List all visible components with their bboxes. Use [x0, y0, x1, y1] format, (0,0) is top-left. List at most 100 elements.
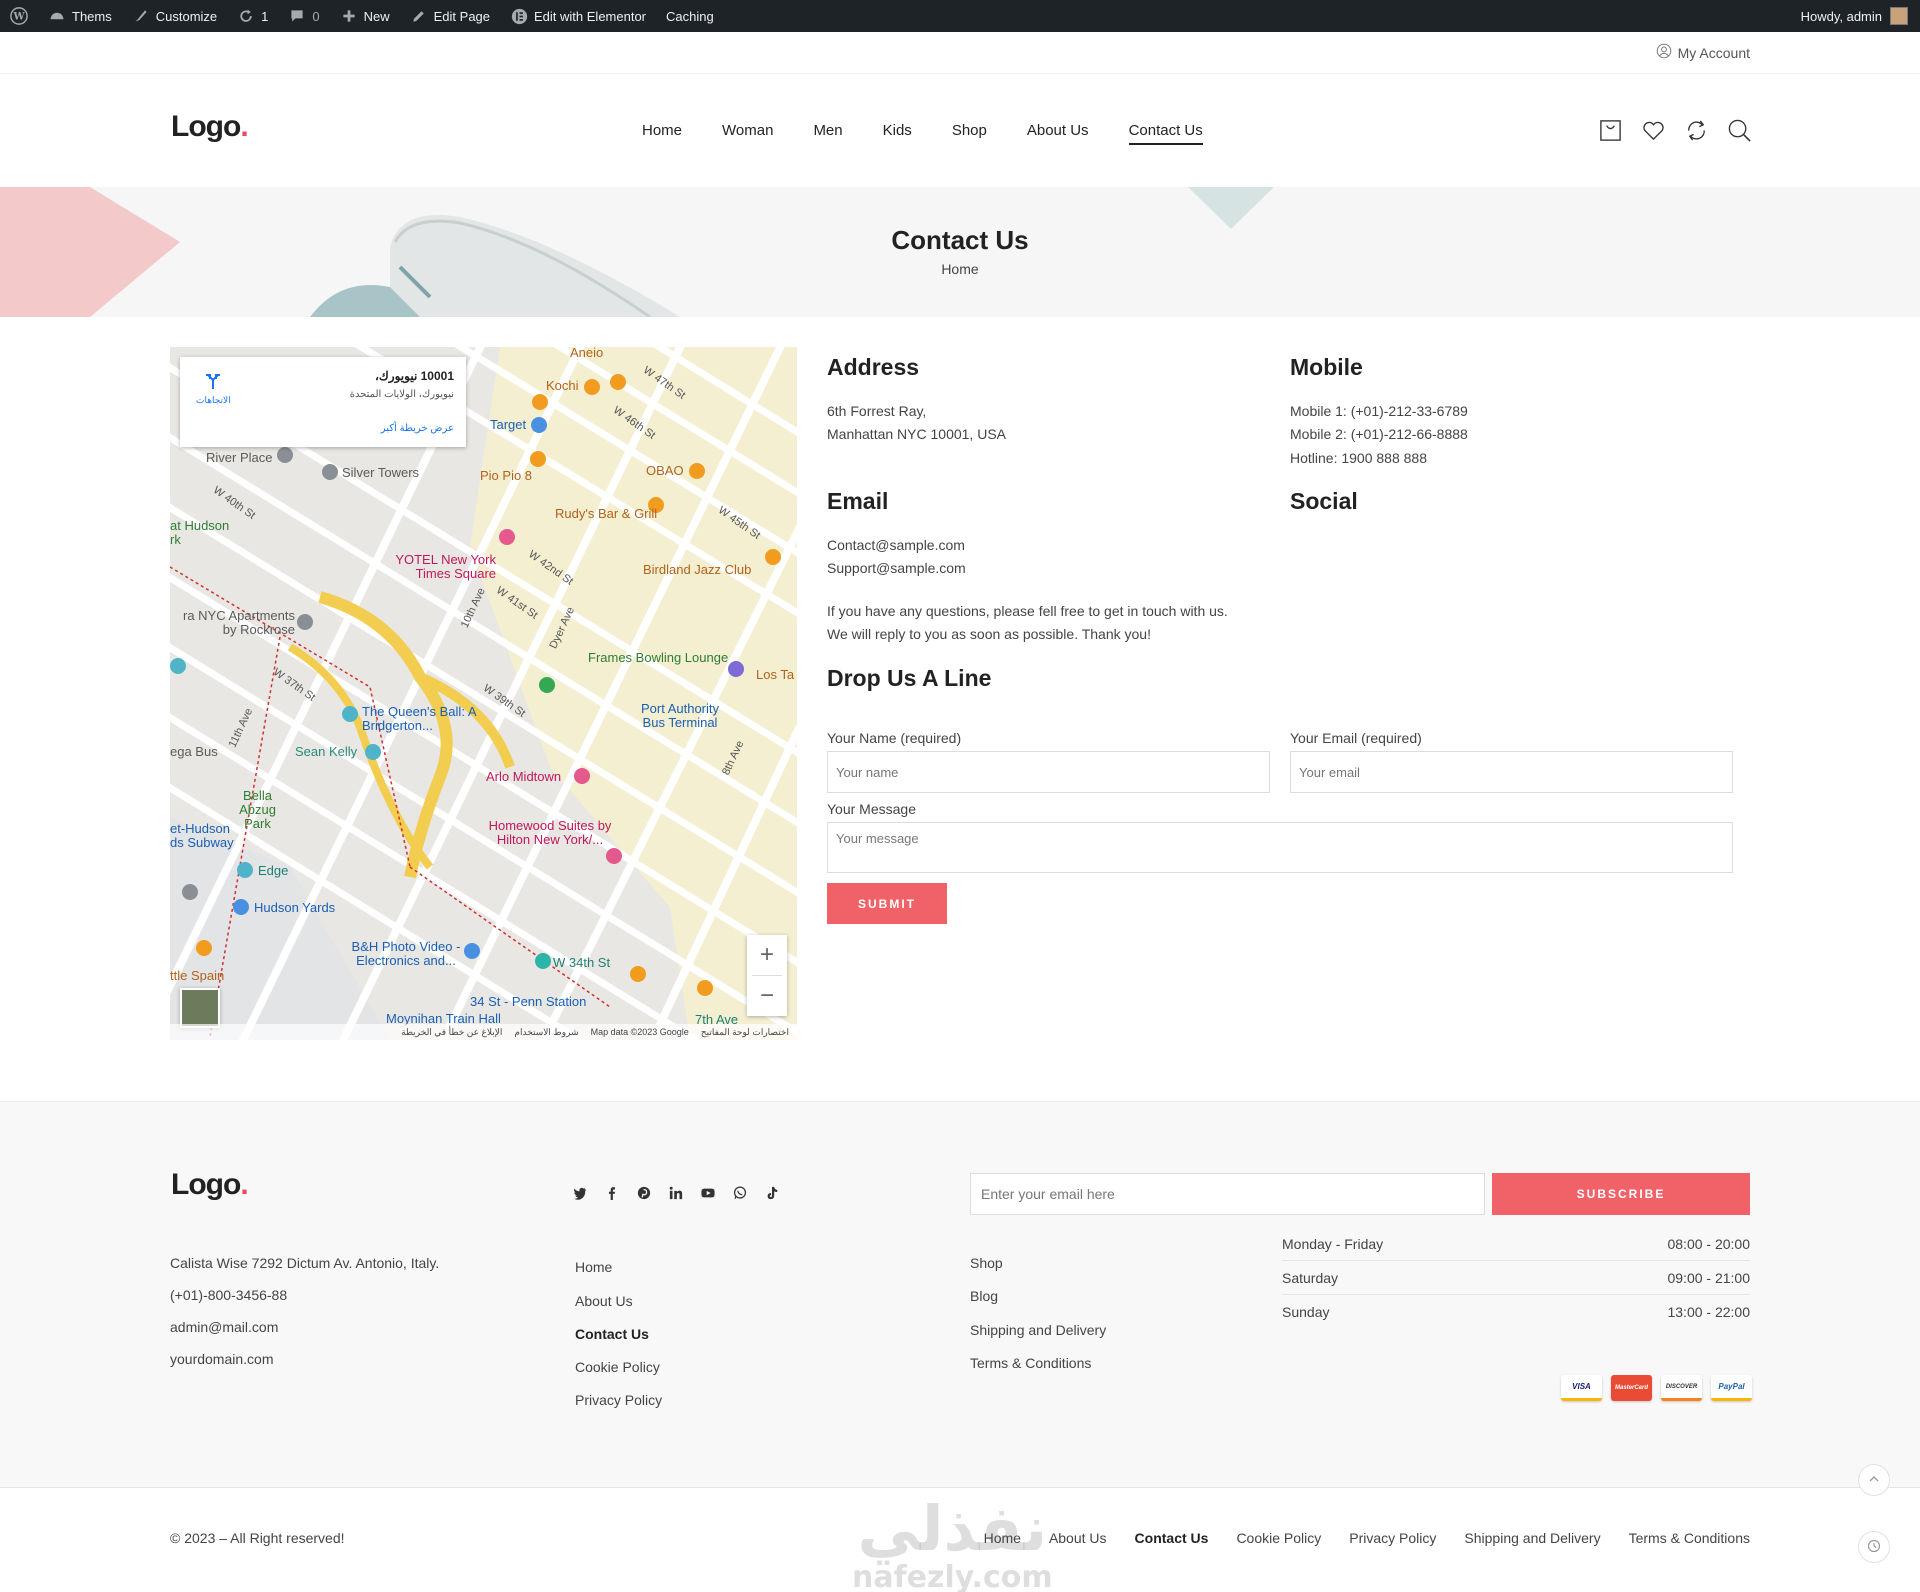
pinterest-icon[interactable] — [637, 1186, 651, 1203]
wishlist-heart-icon[interactable] — [1641, 118, 1666, 146]
nav-woman[interactable]: Woman — [722, 122, 773, 145]
new-content-link[interactable]: New — [330, 0, 400, 32]
comment-icon — [288, 7, 306, 25]
newsletter-email-input[interactable]: Enter your email here — [970, 1173, 1485, 1215]
nav-about-us[interactable]: About Us — [1027, 122, 1089, 145]
logo-dot: . — [240, 110, 248, 143]
bottom-link-home[interactable]: Home — [984, 1530, 1021, 1546]
user-icon — [1656, 43, 1672, 62]
my-account-admin[interactable]: Howdy, admin — [1801, 7, 1920, 25]
decorative-teal-triangle — [1188, 187, 1274, 229]
site-name-menu[interactable]: Thems — [38, 0, 122, 32]
nav-men[interactable]: Men — [813, 122, 842, 145]
google-map[interactable]: River Place Silver Towers Kochi Target P… — [170, 347, 797, 1040]
breadcrumb[interactable]: Home — [0, 261, 1920, 277]
site-logo[interactable]: Logo. — [171, 110, 249, 144]
footer-email[interactable]: admin@mail.com — [170, 1319, 278, 1335]
copyright: © 2023 – All Right reserved! — [170, 1530, 345, 1546]
whatsapp-icon[interactable] — [733, 1186, 747, 1203]
hours-time: 09:00 - 21:00 — [1667, 1269, 1750, 1286]
footer-link-blog[interactable]: Blog — [970, 1288, 998, 1304]
directions-button[interactable]: الاتجاهات — [196, 371, 231, 406]
site-header: Logo. Home Woman Men Kids Shop About Us … — [0, 74, 1920, 188]
cart-icon[interactable] — [1598, 118, 1623, 146]
name-input[interactable]: Your name — [827, 751, 1270, 793]
footer-logo-text: Logo — [171, 1168, 241, 1201]
footer-domain[interactable]: yourdomain.com — [170, 1351, 274, 1367]
hotline-line: Hotline: 1900 888 888 — [1290, 450, 1427, 466]
keyboard-shortcuts-link[interactable]: اختصارات لوحة المفاتيح — [701, 1027, 789, 1038]
bottom-link-shipping[interactable]: Shipping and Delivery — [1464, 1530, 1600, 1546]
map-label: ra NYC Apartments by Rockrose — [183, 608, 295, 637]
subscribe-button[interactable]: SUBSCRIBE — [1492, 1173, 1750, 1215]
map-label: Los Ta — [756, 667, 795, 682]
terms-link[interactable]: شروط الاستخدام — [514, 1027, 578, 1038]
social-heading: Social — [1290, 488, 1358, 514]
report-map-error-link[interactable]: الإبلاغ عن خطأ في الخريطة — [401, 1027, 502, 1038]
map-label: B&H Photo Video - Electronics and... — [351, 939, 461, 968]
scroll-to-top-button[interactable] — [1858, 1464, 1890, 1496]
satellite-toggle[interactable] — [180, 988, 220, 1028]
edit-with-elementor-link[interactable]: Edit with Elementor — [500, 0, 656, 32]
message-textarea[interactable]: Your message — [827, 822, 1733, 873]
wordpress-logo-button[interactable]: W — [0, 0, 38, 32]
footer-link-terms[interactable]: Terms & Conditions — [970, 1355, 1091, 1371]
edit-page-link[interactable]: Edit Page — [400, 0, 500, 32]
submit-button[interactable]: SUBMIT — [827, 883, 947, 924]
footer-link-home[interactable]: Home — [575, 1259, 612, 1275]
map-label: W 34th St — [553, 955, 611, 970]
linkedin-icon[interactable] — [669, 1186, 683, 1203]
bottom-link-terms[interactable]: Terms & Conditions — [1629, 1530, 1750, 1546]
paintbrush-icon — [132, 7, 150, 25]
facebook-icon[interactable] — [605, 1186, 619, 1203]
email-line-2[interactable]: Support@sample.com — [827, 557, 966, 580]
bottom-link-cookie-policy[interactable]: Cookie Policy — [1236, 1530, 1321, 1546]
nav-kids[interactable]: Kids — [883, 122, 912, 145]
bottom-link-privacy-policy[interactable]: Privacy Policy — [1349, 1530, 1436, 1546]
compare-icon[interactable] — [1684, 118, 1709, 146]
nav-home[interactable]: Home — [642, 122, 682, 145]
nav-contact-us[interactable]: Contact Us — [1128, 122, 1203, 145]
footer-link-shipping[interactable]: Shipping and Delivery — [970, 1322, 1106, 1338]
map-info-window: 10001 نيويورك، نيويورك، الولايات المتحدة… — [180, 357, 466, 447]
customize-label: Customize — [155, 8, 218, 24]
customize-link[interactable]: Customize — [122, 0, 227, 32]
footer-link-contact-us[interactable]: Contact Us — [575, 1326, 649, 1342]
footer-link-cookie-policy[interactable]: Cookie Policy — [575, 1359, 660, 1375]
recently-viewed-button[interactable] — [1858, 1531, 1890, 1563]
zoom-out-button[interactable]: − — [747, 976, 787, 1016]
email-line-1[interactable]: Contact@sample.com — [827, 534, 965, 557]
map-label: Frames Bowling Lounge — [588, 650, 729, 665]
map-label: ega Bus — [170, 744, 218, 759]
message-label: Your Message — [827, 801, 916, 817]
footer-phone[interactable]: (+01)-800-3456-88 — [170, 1287, 287, 1303]
map-label: Kochi — [546, 378, 579, 393]
search-icon[interactable] — [1727, 118, 1752, 146]
updates-link[interactable]: 1 — [227, 0, 278, 32]
map-label: Rudy's Bar & Grill — [555, 506, 658, 521]
comments-link[interactable]: 0 — [278, 0, 329, 32]
footer-logo[interactable]: Logo. — [171, 1168, 249, 1202]
name-label: Your Name (required) — [827, 730, 962, 746]
zoom-in-button[interactable]: + — [747, 935, 787, 975]
email-input[interactable]: Your email — [1290, 751, 1733, 793]
twitter-icon[interactable] — [573, 1186, 587, 1203]
my-account-link[interactable]: My Account — [1656, 43, 1750, 62]
map-attribution: الإبلاغ عن خطأ في الخريطة شروط الاستخدام… — [170, 1024, 797, 1040]
tiktok-icon[interactable] — [765, 1186, 779, 1203]
wordpress-icon: W — [10, 7, 28, 25]
bottom-link-contact-us[interactable]: Contact Us — [1135, 1530, 1209, 1546]
caching-menu[interactable]: Caching — [656, 0, 724, 32]
site-footer: Logo. Enter your email here SUBSCRIBE Ca… — [0, 1101, 1920, 1487]
footer-link-shop[interactable]: Shop — [970, 1255, 1003, 1271]
view-larger-map-link[interactable]: عرض خريطة أكبر — [381, 423, 454, 434]
hours-row: Sunday 13:00 - 22:00 — [1282, 1295, 1750, 1329]
map-label: 34 St - Penn Station — [470, 994, 587, 1009]
footer-link-privacy-policy[interactable]: Privacy Policy — [575, 1392, 662, 1408]
footer-link-about-us[interactable]: About Us — [575, 1293, 633, 1309]
youtube-icon[interactable] — [701, 1186, 715, 1203]
map-label: Arlo Midtown — [486, 769, 562, 784]
nav-shop[interactable]: Shop — [952, 122, 987, 145]
bottom-link-about-us[interactable]: About Us — [1049, 1530, 1107, 1546]
map-label: Birdland Jazz Club — [643, 562, 752, 577]
